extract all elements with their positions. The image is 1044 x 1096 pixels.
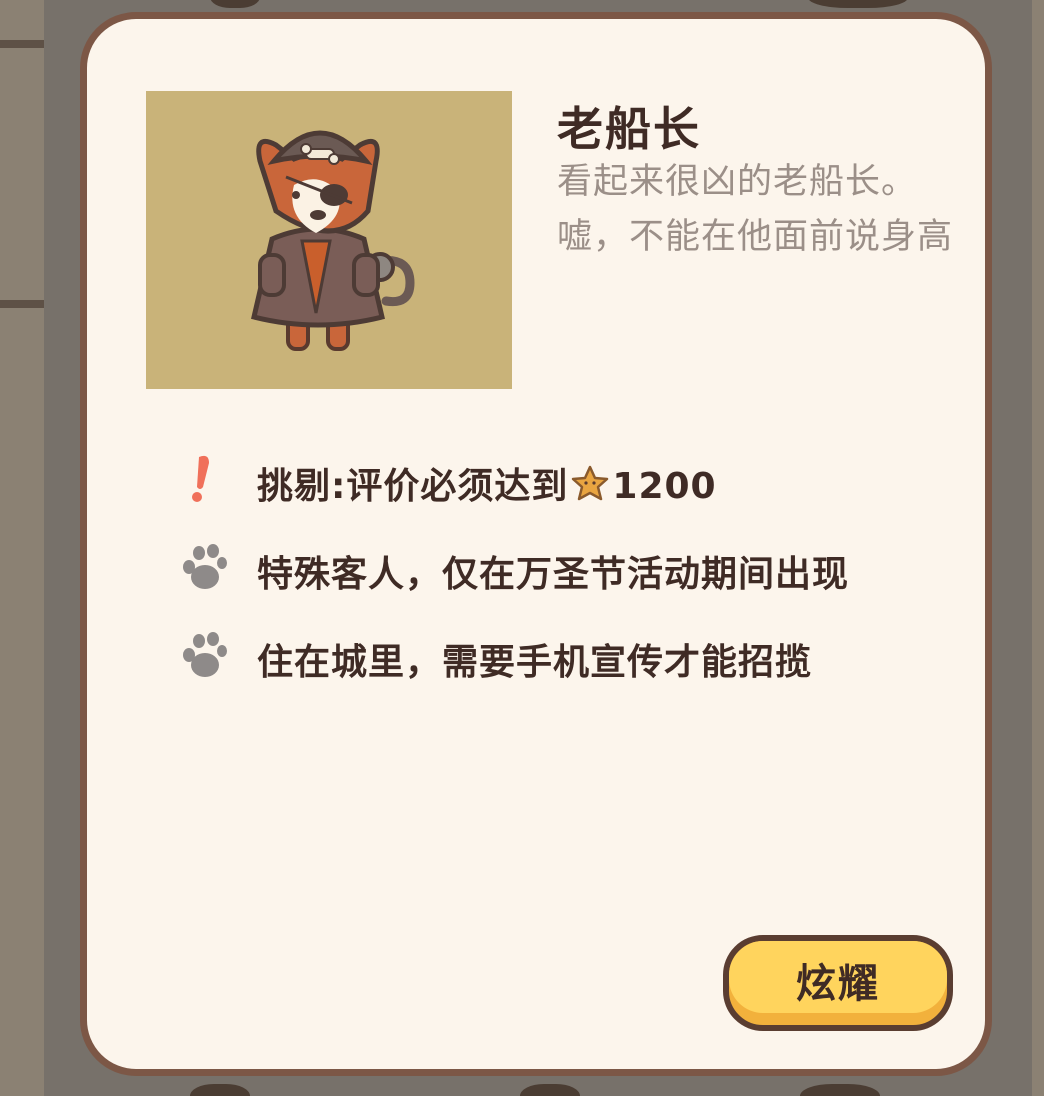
exclamation-icon bbox=[177, 451, 229, 511]
background-shelf bbox=[0, 300, 44, 308]
trait-label: 住在城里，需要手机宣传才能招揽 bbox=[257, 642, 813, 683]
customer-description: 看起来很凶的老船长。嘘，不能在他面前说身高 bbox=[557, 162, 954, 257]
pirate-captain-dog-icon bbox=[251, 130, 415, 351]
trait-lives-in-city: 住在城里，需要手机宣传才能招揽 bbox=[177, 627, 937, 687]
customer-detail-card: 老船长 看起来很凶的老船长。嘘，不能在他面前说身高 挑剔:评价必须达到 1200 … bbox=[80, 12, 992, 1076]
trait-label: 挑剔:评价必须达到 1200 bbox=[257, 457, 717, 513]
required-rating-value: 1200 bbox=[612, 466, 717, 507]
customer-portrait bbox=[146, 91, 512, 389]
background-wall-right bbox=[1032, 0, 1044, 1096]
star-icon bbox=[570, 464, 610, 513]
show-off-button[interactable]: 炫耀 bbox=[723, 935, 953, 1031]
show-off-button-label: 炫耀 bbox=[796, 961, 880, 1007]
trait-picky: 挑剔:评价必须达到 1200 bbox=[177, 451, 937, 511]
background-decoration bbox=[210, 0, 260, 8]
background-decoration bbox=[800, 1084, 880, 1096]
background-wall-left bbox=[0, 0, 44, 1096]
background-shelf bbox=[0, 40, 44, 48]
trait-label: 特殊客人，仅在万圣节活动期间出现 bbox=[257, 554, 850, 595]
paw-icon bbox=[177, 627, 229, 687]
background-decoration bbox=[808, 0, 908, 8]
background-decoration bbox=[520, 1084, 580, 1096]
customer-name: 老船长 bbox=[557, 102, 701, 156]
trait-text: 挑剔:评价必须达到 bbox=[257, 466, 569, 507]
paw-icon bbox=[177, 539, 229, 599]
background-decoration bbox=[190, 1084, 250, 1096]
trait-special-guest: 特殊客人，仅在万圣节活动期间出现 bbox=[177, 539, 937, 599]
